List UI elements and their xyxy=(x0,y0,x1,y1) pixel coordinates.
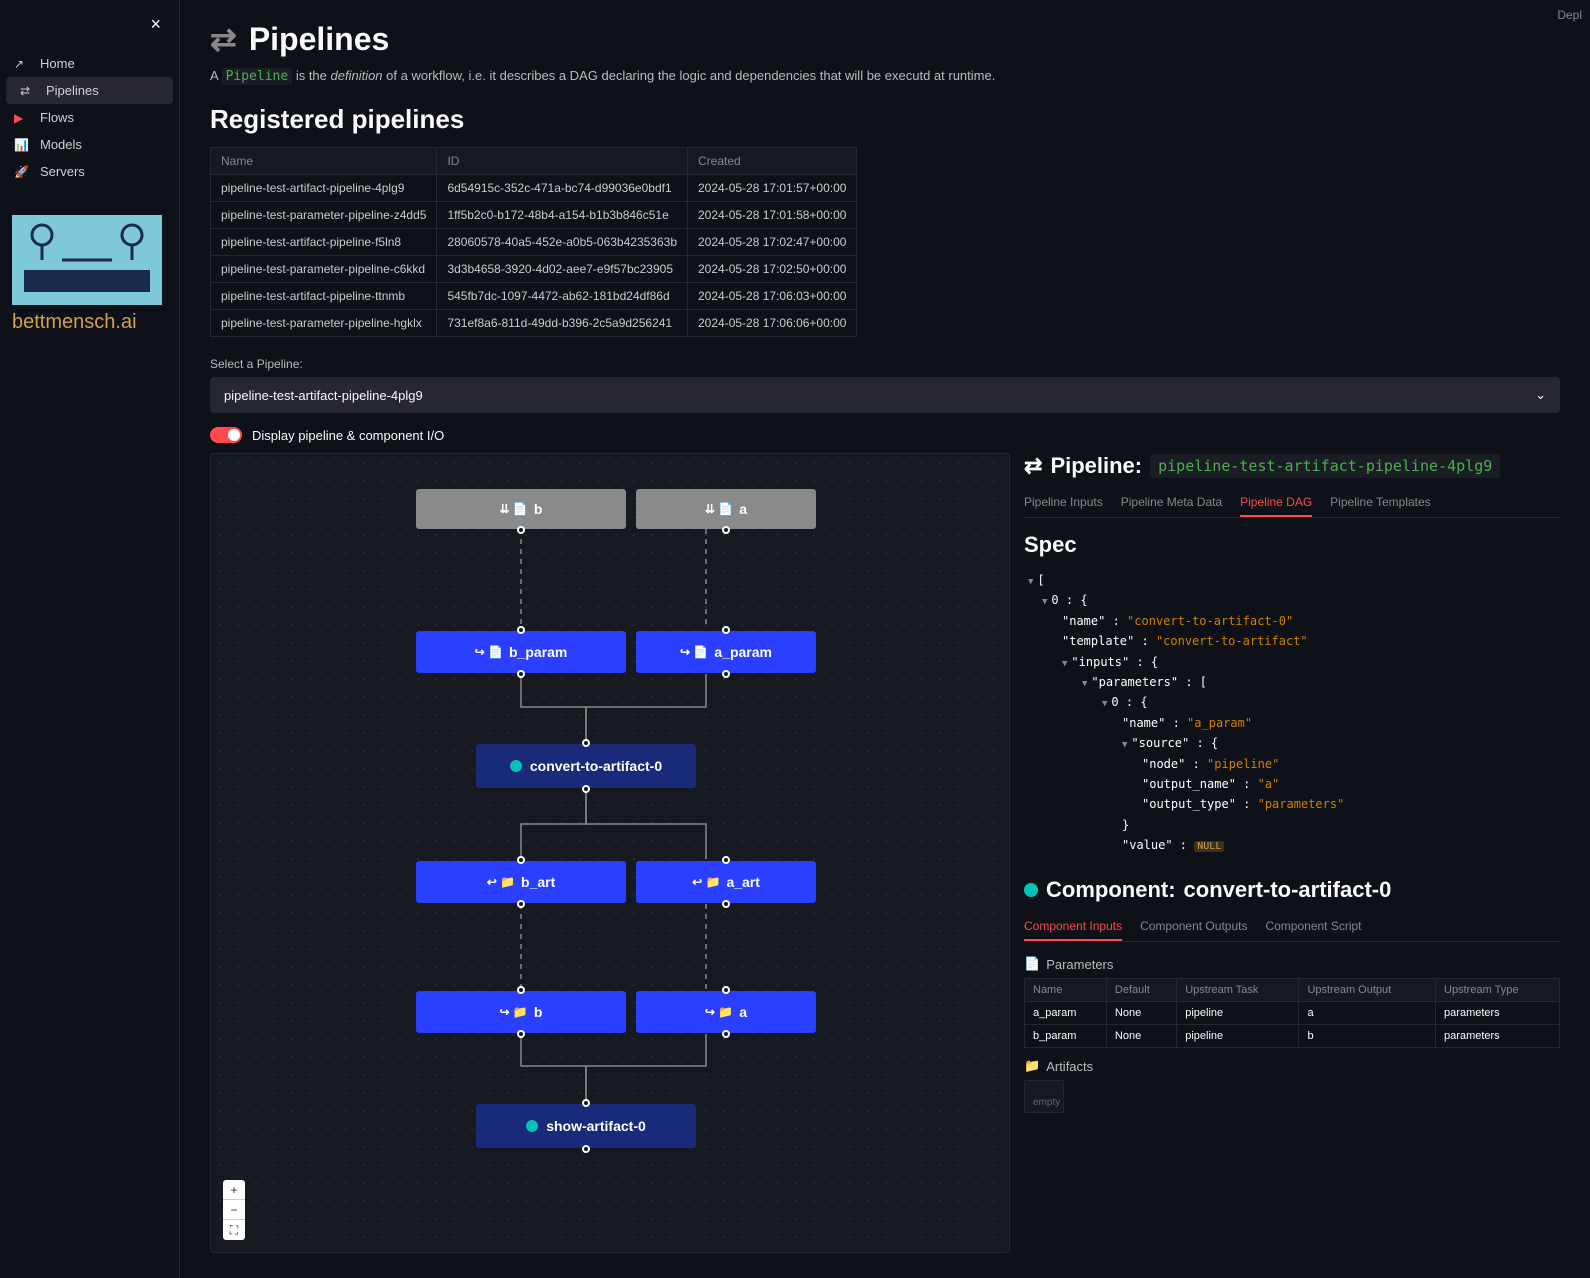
nav-models[interactable]: 📊 Models xyxy=(0,131,179,158)
tab-component-script[interactable]: Component Script xyxy=(1265,913,1361,941)
node-convert[interactable]: convert-to-artifact-0 xyxy=(476,744,696,788)
table-row[interactable]: pipeline-test-artifact-pipeline-ttnmb545… xyxy=(211,283,857,310)
pipeline-select[interactable]: pipeline-test-artifact-pipeline-4plg9 ⌄ xyxy=(210,377,1560,413)
zoom-out-button[interactable]: − xyxy=(223,1200,245,1220)
artifacts-heading: 📁Artifacts xyxy=(1024,1058,1560,1074)
select-value: pipeline-test-artifact-pipeline-4plg9 xyxy=(224,388,423,403)
table-row: a_paramNonepipelineaparameters xyxy=(1025,1002,1560,1025)
table-row[interactable]: pipeline-test-artifact-pipeline-4plg96d5… xyxy=(211,175,857,202)
dag-panel[interactable]: ⇊ 📄b ⇊ 📄a ↪ 📄b_param ↪ 📄a_param convert-… xyxy=(210,453,1010,1253)
zoom-in-button[interactable]: + xyxy=(223,1180,245,1200)
component-title: Component: convert-to-artifact-0 xyxy=(1024,877,1560,903)
brand-text: bettmensch.ai xyxy=(12,311,167,334)
shuffle-icon: ⇄ xyxy=(1024,453,1042,479)
table-row[interactable]: pipeline-test-parameter-pipeline-c6kkd3d… xyxy=(211,256,857,283)
tab-pipeline-meta[interactable]: Pipeline Meta Data xyxy=(1121,489,1222,517)
selector-label: Select a Pipeline: xyxy=(210,357,1560,371)
params-icon: 📄 xyxy=(1024,956,1040,972)
servers-icon: 🚀 xyxy=(14,165,32,179)
nav-home[interactable]: ↗ Home xyxy=(0,50,179,77)
node-a-out[interactable]: ↪ 📁a xyxy=(636,991,816,1033)
tab-component-outputs[interactable]: Component Outputs xyxy=(1140,913,1247,941)
main: Depl ⇄ Pipelines A Pipeline is the defin… xyxy=(180,0,1590,1278)
node-a-param[interactable]: ↪ 📄a_param xyxy=(636,631,816,673)
page-title-text: Pipelines xyxy=(249,21,390,58)
nav-servers[interactable]: 🚀 Servers xyxy=(0,158,179,185)
spec-heading: Spec xyxy=(1024,532,1560,558)
output-icon: ↩ 📁 xyxy=(487,875,515,889)
component-dot-icon xyxy=(1024,883,1038,897)
pipeline-name-badge: pipeline-test-artifact-pipeline-4plg9 xyxy=(1150,454,1500,478)
io-toggle[interactable] xyxy=(210,427,242,443)
folder-icon: 📁 xyxy=(1024,1058,1040,1074)
parameters-table: NameDefaultUpstream TaskUpstream OutputU… xyxy=(1024,978,1560,1048)
nav-label: Flows xyxy=(40,110,74,125)
chevron-down-icon: ⌄ xyxy=(1535,387,1546,403)
collapse-icon: ⇊ 📄 xyxy=(705,502,733,516)
tab-component-inputs[interactable]: Component Inputs xyxy=(1024,913,1122,941)
nav-flows[interactable]: ▶ Flows xyxy=(0,104,179,131)
col-name: Name xyxy=(211,148,437,175)
input-icon: ↪ 📄 xyxy=(475,645,503,659)
top-right-text: Depl xyxy=(1557,8,1582,22)
node-input-a[interactable]: ⇊ 📄a xyxy=(636,489,816,529)
shuffle-icon: ⇄ xyxy=(210,20,237,58)
nav-label: Models xyxy=(40,137,82,152)
pipelines-icon: ⇄ xyxy=(20,84,38,98)
tab-pipeline-templates[interactable]: Pipeline Templates xyxy=(1330,489,1431,517)
node-b-param[interactable]: ↪ 📄b_param xyxy=(416,631,626,673)
details-panel: ⇄ Pipeline: pipeline-test-artifact-pipel… xyxy=(1024,453,1560,1253)
table-row[interactable]: pipeline-test-parameter-pipeline-hgklx73… xyxy=(211,310,857,337)
collapse-icon: ⇊ 📄 xyxy=(500,502,528,516)
nav-label: Servers xyxy=(40,164,85,179)
logo-image xyxy=(12,215,162,305)
component-name-badge: convert-to-artifact-0 xyxy=(1184,877,1392,903)
output-icon: ↩ 📁 xyxy=(692,875,720,889)
registered-heading: Registered pipelines xyxy=(210,104,1560,135)
tab-pipeline-dag[interactable]: Pipeline DAG xyxy=(1240,489,1312,517)
input-icon: ↪ 📁 xyxy=(500,1005,528,1019)
page-title: ⇄ Pipelines xyxy=(210,20,1560,58)
table-row[interactable]: pipeline-test-artifact-pipeline-f5ln8280… xyxy=(211,229,857,256)
io-toggle-row: Display pipeline & component I/O xyxy=(210,427,1560,443)
home-icon: ↗ xyxy=(14,57,32,71)
models-icon: 📊 xyxy=(14,138,32,152)
node-b-art[interactable]: ↩ 📁b_art xyxy=(416,861,626,903)
tab-pipeline-inputs[interactable]: Pipeline Inputs xyxy=(1024,489,1103,517)
page-description: A Pipeline is the definition of a workfl… xyxy=(210,68,1560,84)
logo: bettmensch.ai xyxy=(12,215,167,334)
input-icon: ↪ 📄 xyxy=(680,645,708,659)
nav: ↗ Home ⇄ Pipelines ▶ Flows 📊 Models 🚀 Servers xyxy=(0,50,179,185)
zoom-controls: + − ⛶ xyxy=(223,1180,245,1240)
task-dot-icon xyxy=(526,1120,538,1132)
code-pipeline: Pipeline xyxy=(222,68,293,85)
artifacts-empty: empty xyxy=(1024,1080,1064,1113)
input-icon: ↪ 📁 xyxy=(705,1005,733,1019)
task-dot-icon xyxy=(510,760,522,772)
table-row[interactable]: pipeline-test-parameter-pipeline-z4dd51f… xyxy=(211,202,857,229)
parameters-heading: 📄Parameters xyxy=(1024,956,1560,972)
pipeline-tabs: Pipeline Inputs Pipeline Meta Data Pipel… xyxy=(1024,489,1560,518)
nav-label: Pipelines xyxy=(46,83,99,98)
nav-pipelines[interactable]: ⇄ Pipelines xyxy=(6,77,173,104)
sidebar: × ↗ Home ⇄ Pipelines ▶ Flows 📊 Models 🚀 Serve… xyxy=(0,0,180,1278)
component-tabs: Component Inputs Component Outputs Compo… xyxy=(1024,913,1560,942)
node-input-b[interactable]: ⇊ 📄b xyxy=(416,489,626,529)
flows-icon: ▶ xyxy=(14,111,32,125)
zoom-fit-button[interactable]: ⛶ xyxy=(223,1220,245,1240)
spec-json[interactable]: ▼[ ▼0 : { "name" : "convert-to-artifact-… xyxy=(1024,566,1560,859)
col-id: ID xyxy=(437,148,688,175)
node-a-art[interactable]: ↩ 📁a_art xyxy=(636,861,816,903)
nav-label: Home xyxy=(40,56,75,71)
col-created: Created xyxy=(688,148,857,175)
close-icon[interactable]: × xyxy=(150,14,161,35)
node-b-out[interactable]: ↪ 📁b xyxy=(416,991,626,1033)
pipeline-detail-title: ⇄ Pipeline: pipeline-test-artifact-pipel… xyxy=(1024,453,1560,479)
node-show[interactable]: show-artifact-0 xyxy=(476,1104,696,1148)
registered-table: Name ID Created pipeline-test-artifact-p… xyxy=(210,147,857,337)
toggle-label: Display pipeline & component I/O xyxy=(252,428,444,443)
table-row: b_paramNonepipelinebparameters xyxy=(1025,1025,1560,1048)
